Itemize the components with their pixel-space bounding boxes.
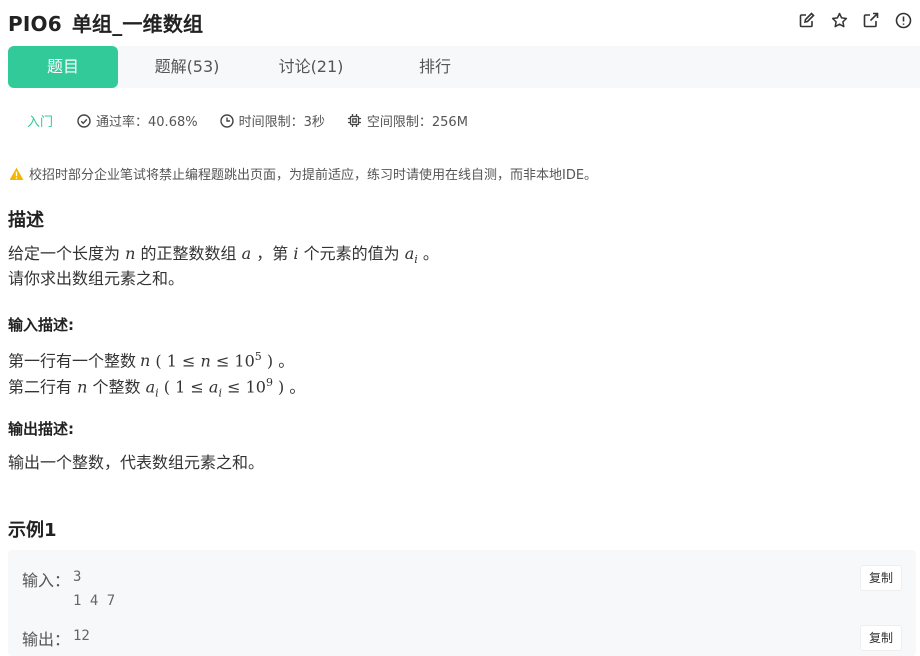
pass-rate: 通过率：40.68% (77, 111, 198, 130)
tab-solutions[interactable]: 题解(53) (136, 46, 238, 88)
difficulty-badge: 入门 (27, 115, 54, 130)
edit-icon[interactable] (798, 11, 816, 29)
example-input-line-1: 3 (73, 569, 82, 585)
check-circle-icon (77, 113, 91, 128)
example-input-label: 输入： (22, 571, 71, 590)
example-output-value: 12 (73, 628, 90, 644)
notice-text: 校招时部分企业笔试将禁止编程题跳出页面，为提前适应，练习时请使用在线自测，而非本… (29, 168, 598, 183)
input-description-heading: 输入描述: (8, 316, 74, 334)
warning-icon (9, 167, 24, 180)
tab-discussion[interactable]: 讨论(21) (260, 46, 362, 88)
chip-icon (347, 114, 361, 127)
copy-input-button[interactable]: 复制 (860, 565, 902, 591)
tab-problem[interactable]: 题目 (8, 46, 118, 88)
exam-notice: 校招时部分企业笔试将禁止编程题跳出页面，为提前适应，练习时请使用在线自测，而非本… (9, 164, 597, 183)
problem-meta: 入门 通过率：40.68% 时间限制：3秒 空间限制：256M (8, 111, 490, 130)
example-input-line-2: 1 4 7 (73, 593, 116, 609)
problem-title: PIO6 单组_一维数组 (8, 8, 203, 37)
output-description-text: 输出一个整数，代表数组元素之和。 (8, 453, 265, 472)
clock-icon (219, 113, 234, 128)
description-heading: 描述 (8, 210, 44, 231)
tab-ranking[interactable]: 排行 (384, 46, 486, 88)
problem-name: 单组_一维数组 (71, 12, 204, 36)
example-heading: 示例1 (8, 520, 57, 541)
example-box: 输入： 3 1 4 7 复制 输出： 12 复制 (8, 550, 916, 656)
report-icon[interactable] (894, 11, 912, 29)
title-actions (798, 11, 912, 29)
input-description-line-1: 第一行有一个整数 n ( 1 ≤ n ≤ 105 ) 。 (8, 350, 295, 371)
time-limit-text: 时间限制：3秒 (238, 115, 325, 130)
time-limit: 时间限制：3秒 (219, 111, 325, 130)
memory-limit-text: 空间限制：256M (366, 115, 468, 130)
output-description-heading: 输出描述: (8, 420, 74, 438)
input-description-line-2: 第二行有 n 个整数 ai ( 1 ≤ ai ≤ 109 ) 。 (8, 376, 306, 400)
example-output-label: 输出： (22, 630, 71, 649)
copy-output-button[interactable]: 复制 (860, 625, 902, 651)
description-line-2: 请你求出数组元素之和。 (8, 269, 185, 288)
memory-limit: 空间限制：256M (347, 111, 468, 130)
tab-bar: 题目 题解(53) 讨论(21) 排行 (8, 46, 920, 88)
star-icon[interactable] (830, 11, 848, 29)
share-icon[interactable] (862, 11, 880, 29)
pass-rate-text: 通过率：40.68% (96, 115, 198, 130)
problem-code: PIO6 (8, 12, 62, 36)
